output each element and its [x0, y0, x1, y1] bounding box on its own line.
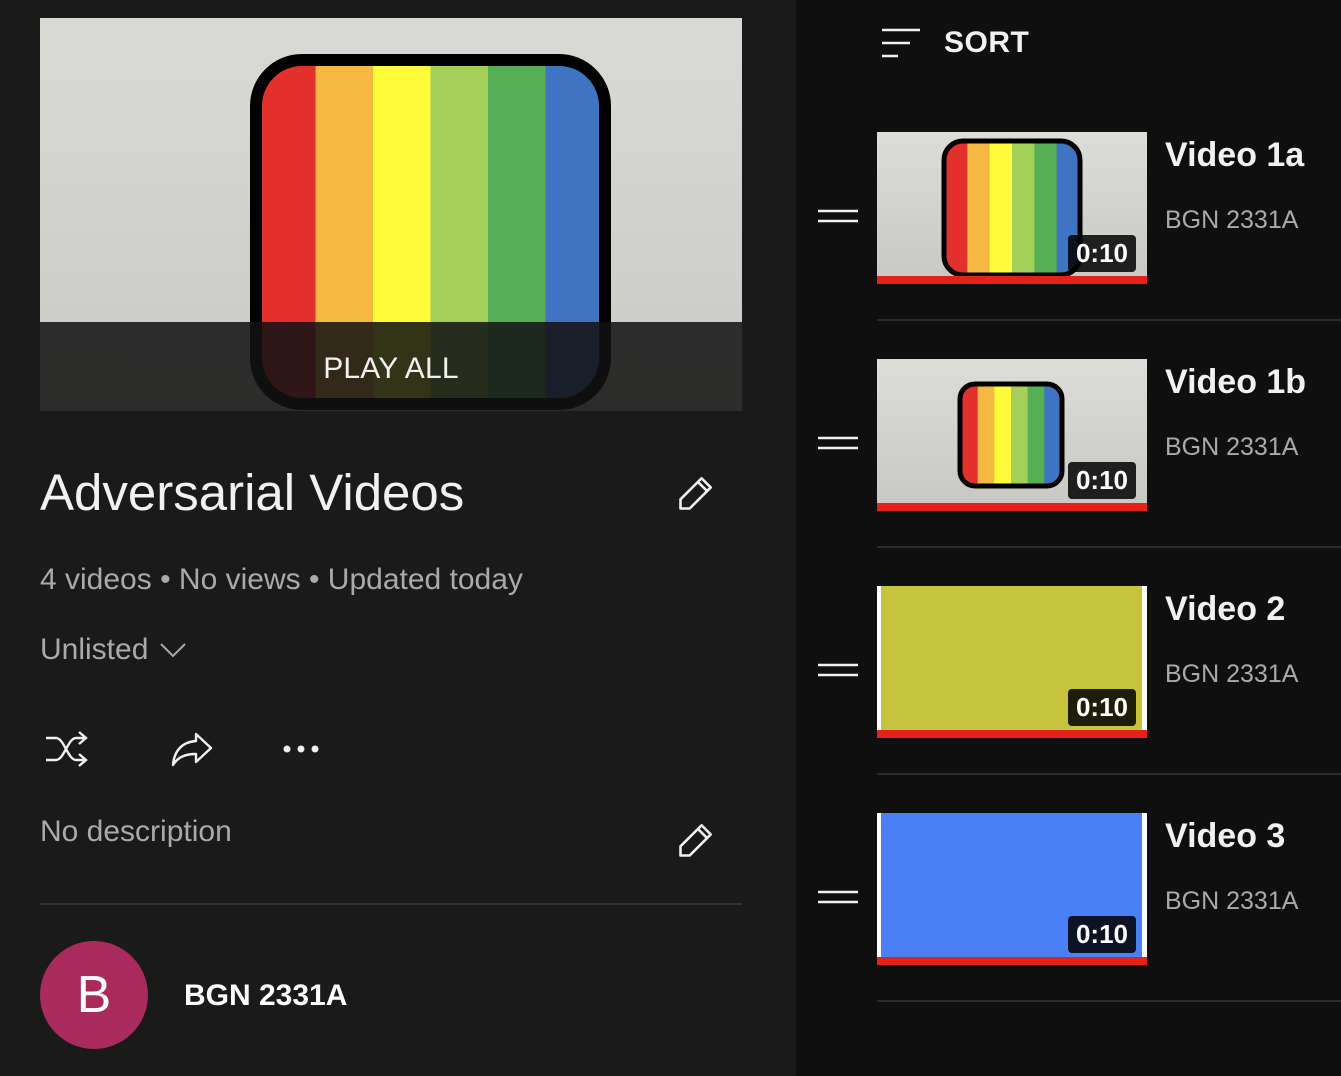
video-list-item[interactable]: 0:10 Video 1b BGN 2331A — [796, 359, 1341, 586]
video-title[interactable]: Video 1a — [1165, 136, 1304, 175]
video-list-item[interactable]: 0:10 Video 1a BGN 2331A — [796, 132, 1341, 359]
drag-handle-icon — [818, 436, 858, 450]
section-divider — [40, 903, 742, 905]
item-divider — [877, 546, 1341, 548]
video-channel[interactable]: BGN 2331A — [1165, 433, 1298, 462]
sort-icon — [882, 28, 920, 58]
video-channel[interactable]: BGN 2331A — [1165, 887, 1298, 916]
video-channel[interactable]: BGN 2331A — [1165, 206, 1298, 235]
video-title[interactable]: Video 3 — [1165, 817, 1285, 856]
privacy-label: Unlisted — [40, 633, 149, 666]
item-divider — [877, 1000, 1341, 1002]
owner-avatar[interactable]: B — [40, 941, 148, 1049]
rainbow-stripe — [1044, 385, 1061, 485]
playlist-stats: 4 videos • No views • Updated today — [40, 563, 523, 596]
playlist-description: No description — [40, 815, 232, 848]
watch-progress-bar — [877, 957, 1147, 965]
rainbow-stripes-icon — [957, 381, 1065, 489]
item-divider — [877, 773, 1341, 775]
video-duration: 0:10 — [1067, 235, 1136, 272]
video-duration: 0:10 — [1067, 916, 1136, 953]
rainbow-stripe — [994, 385, 1012, 485]
video-thumbnail[interactable]: 0:10 — [877, 586, 1147, 738]
drag-handle[interactable] — [814, 879, 862, 915]
shuffle-icon — [46, 731, 88, 767]
pencil-icon — [679, 476, 713, 510]
sort-label: SORT — [944, 26, 1030, 59]
more-horizontal-icon — [283, 745, 319, 753]
watch-progress-bar — [877, 730, 1147, 738]
privacy-dropdown[interactable]: Unlisted — [40, 633, 188, 667]
drag-handle[interactable] — [814, 425, 862, 461]
sort-button[interactable]: SORT — [876, 20, 1029, 66]
video-title[interactable]: Video 2 — [1165, 590, 1285, 629]
rainbow-stripe — [1027, 385, 1045, 485]
video-duration: 0:10 — [1067, 689, 1136, 726]
watch-progress-bar — [877, 503, 1147, 511]
video-thumbnail[interactable]: 0:10 — [877, 359, 1147, 511]
video-thumbnail[interactable]: 0:10 — [877, 132, 1147, 284]
edit-description-button[interactable] — [673, 815, 721, 863]
item-divider — [877, 319, 1341, 321]
rainbow-stripe — [977, 385, 995, 485]
video-thumbnail[interactable]: 0:10 — [877, 813, 1147, 965]
play-all-button[interactable]: PLAY ALL — [40, 352, 742, 386]
video-list-item[interactable]: 0:10 Video 2 BGN 2331A — [796, 586, 1341, 813]
chevron-down-icon — [160, 643, 187, 658]
video-duration: 0:10 — [1067, 462, 1136, 499]
shuffle-button[interactable] — [38, 721, 94, 777]
drag-handle-icon — [818, 663, 858, 677]
drag-handle-icon — [818, 890, 858, 904]
drag-handle-icon — [818, 209, 858, 223]
rainbow-stripe — [967, 142, 991, 274]
more-options-button[interactable] — [273, 721, 329, 777]
rainbow-stripe — [1034, 142, 1058, 274]
edit-title-button[interactable] — [673, 468, 721, 516]
owner-name[interactable]: BGN 2331A — [184, 979, 347, 1013]
rainbow-stripe — [961, 385, 979, 485]
playlist-title: Adversarial Videos — [40, 464, 465, 521]
rainbow-stripes-icon — [941, 138, 1083, 278]
rainbow-stripe — [1012, 142, 1035, 274]
video-list-item[interactable]: 0:10 Video 3 BGN 2331A — [796, 813, 1341, 1040]
playlist-hero-thumbnail[interactable]: PLAY ALL — [40, 18, 742, 411]
rainbow-stripe — [989, 142, 1013, 274]
share-icon — [171, 732, 213, 767]
watch-progress-bar — [877, 276, 1147, 284]
pencil-icon — [679, 823, 713, 857]
rainbow-stripe — [945, 142, 968, 274]
share-button[interactable] — [164, 721, 220, 777]
video-channel[interactable]: BGN 2331A — [1165, 660, 1298, 689]
drag-handle[interactable] — [814, 198, 862, 234]
video-title[interactable]: Video 1b — [1165, 363, 1306, 402]
rainbow-stripe — [1011, 385, 1029, 485]
drag-handle[interactable] — [814, 652, 862, 688]
